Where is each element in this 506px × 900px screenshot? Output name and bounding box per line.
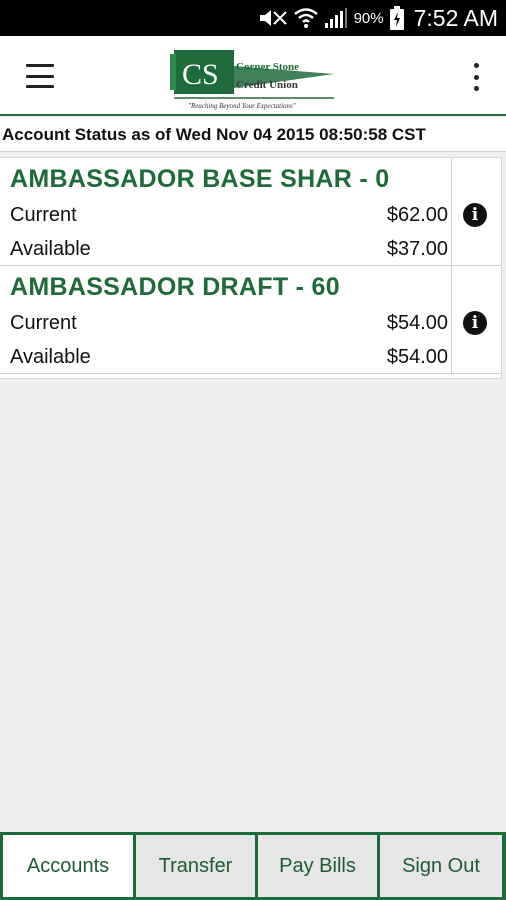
available-label: Available [10, 238, 91, 260]
current-label: Current [10, 204, 77, 226]
svg-text:"Reaching Beyond Your Expectat: "Reaching Beyond Your Expectations" [188, 102, 296, 110]
clock: 7:52 AM [413, 4, 498, 31]
tab-transfer[interactable]: Transfer [136, 835, 255, 897]
info-icon[interactable]: i [463, 311, 487, 335]
info-icon[interactable]: i [463, 203, 487, 227]
available-value: $54.00 [386, 346, 448, 368]
status-bar-right: 90% 7:52 AM [258, 0, 498, 36]
mute-icon [258, 8, 288, 28]
account-item[interactable]: AMBASSADOR DRAFT - 60 Current $54.00 Ava… [0, 266, 501, 374]
svg-text:Corner Stone: Corner Stone [236, 61, 299, 73]
hamburger-menu-icon[interactable] [20, 60, 60, 92]
account-name: AMBASSADOR BASE SHAR - 0 [10, 165, 390, 193]
tab-pay-bills[interactable]: Pay Bills [258, 835, 377, 897]
battery-icon [389, 6, 404, 30]
available-value: $37.00 [386, 238, 448, 260]
account-item[interactable]: AMBASSADOR BASE SHAR - 0 Current $62.00 … [0, 158, 501, 266]
svg-text:Credit Union: Credit Union [236, 79, 298, 91]
signal-icon [324, 7, 348, 29]
tab-sign-out[interactable]: Sign Out [380, 835, 502, 897]
account-name: AMBASSADOR DRAFT - 60 [10, 273, 340, 301]
corner-stone-logo: CS Corner Stone Credit Union "Reaching B… [170, 44, 336, 112]
available-label: Available [10, 346, 91, 368]
app-bar: CS Corner Stone Credit Union "Reaching B… [0, 36, 506, 116]
bottom-tab-bar: Accounts Transfer Pay Bills Sign Out [0, 832, 506, 900]
current-value: $62.00 [386, 204, 448, 226]
account-status-text: Account Status as of Wed Nov 04 2015 08:… [2, 124, 426, 144]
tab-accounts[interactable]: Accounts [3, 835, 133, 897]
svg-text:CS: CS [182, 58, 219, 91]
battery-percent: 90% [353, 9, 384, 27]
current-value: $54.00 [386, 312, 448, 334]
account-status-line: Account Status as of Wed Nov 04 2015 08:… [0, 118, 506, 152]
current-label: Current [10, 312, 77, 334]
overflow-menu-icon[interactable] [464, 60, 488, 94]
accounts-list: AMBASSADOR BASE SHAR - 0 Current $62.00 … [0, 157, 502, 379]
wifi-icon [293, 7, 318, 29]
status-bar: 90% 7:52 AM [0, 0, 506, 36]
